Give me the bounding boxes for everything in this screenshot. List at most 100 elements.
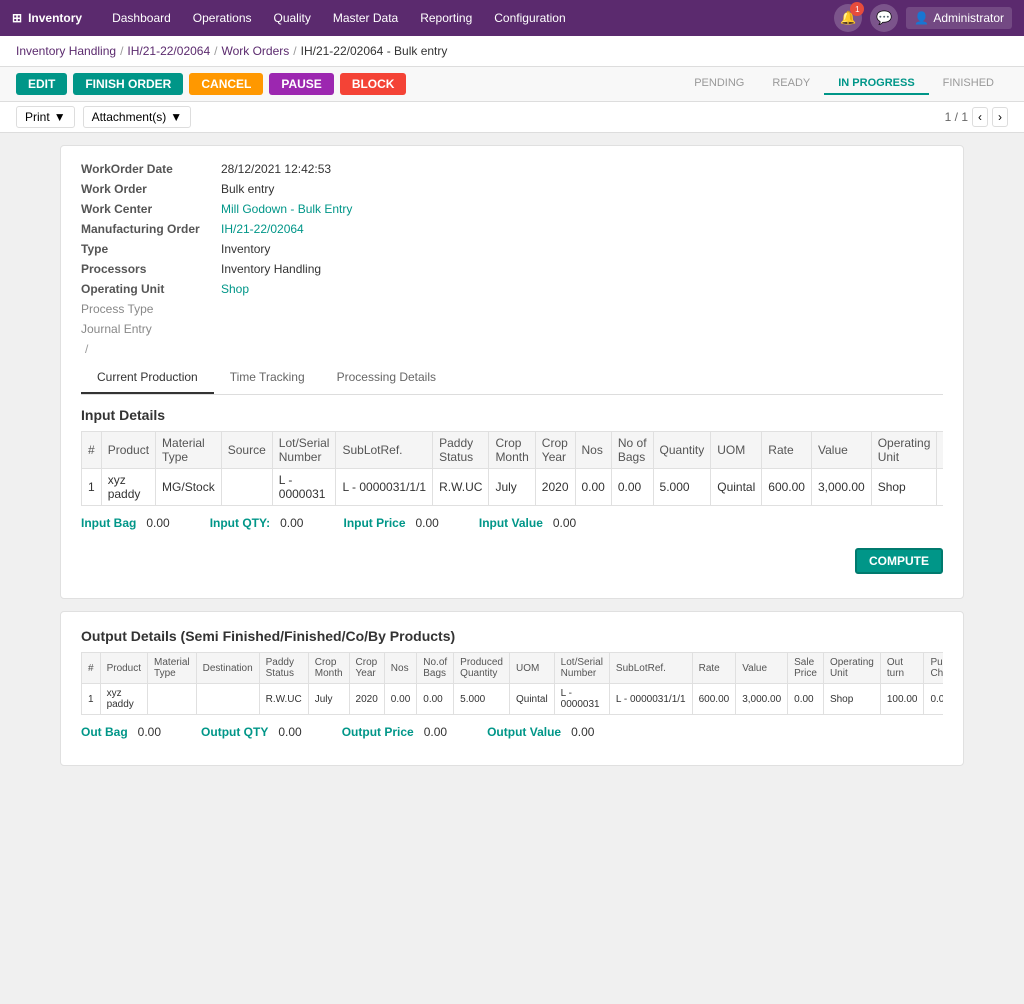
process-type-row: Process Type xyxy=(81,302,943,316)
pager-prev[interactable]: ‹ xyxy=(972,107,988,127)
workorder-date-row: WorkOrder Date 28/12/2021 12:42:53 xyxy=(81,162,943,176)
attachment-chevron-icon: ▼ xyxy=(170,110,182,124)
main-menu: Dashboard Operations Quality Master Data… xyxy=(102,5,834,31)
input-col-material-type: MaterialType xyxy=(156,432,222,469)
tab-processing-details[interactable]: Processing Details xyxy=(321,362,452,394)
type-label: Type xyxy=(81,242,221,256)
out-col-num: # xyxy=(82,653,101,684)
out-row-lot: L -0000031 xyxy=(554,684,609,715)
input-price-summary: Input Price 0.00 xyxy=(343,516,438,530)
compute-container: COMPUTE xyxy=(81,540,943,582)
out-row-out-turn: 100.00 xyxy=(880,684,924,715)
attachment-button[interactable]: Attachment(s) ▼ xyxy=(83,106,192,128)
breadcrumb-sep-2: / xyxy=(214,44,217,58)
input-section-title: Input Details xyxy=(81,407,943,423)
output-value-summary: Output Value 0.00 xyxy=(487,725,594,739)
input-table-body: 1 xyzpaddy MG/Stock L -0000031 L - 00000… xyxy=(82,469,944,506)
out-col-material-type: MaterialType xyxy=(148,653,197,684)
output-table-body: 1 xyzpaddy R.W.UC July 2020 0.00 0.00 5.… xyxy=(82,684,944,715)
user-avatar: 👤 xyxy=(914,11,929,25)
app-logo[interactable]: ⊞ Inventory xyxy=(12,11,82,25)
menu-item-quality[interactable]: Quality xyxy=(264,5,321,31)
process-type-label: Process Type xyxy=(81,302,221,316)
menu-item-dashboard[interactable]: Dashboard xyxy=(102,5,181,31)
work-order-label: Work Order xyxy=(81,182,221,196)
edit-button[interactable]: EDIT xyxy=(16,73,67,95)
block-button[interactable]: BLOCK xyxy=(340,73,407,95)
input-col-bags: No ofBags xyxy=(611,432,653,469)
breadcrumb-sep-1: / xyxy=(120,44,123,58)
status-in-progress: IN PROGRESS xyxy=(824,73,928,95)
out-col-rate: Rate xyxy=(692,653,736,684)
input-row-value: 3,000.00 xyxy=(811,469,871,506)
out-row-paddy-status: R.W.UC xyxy=(259,684,308,715)
attachment-label: Attachment(s) xyxy=(92,110,167,124)
pager-next[interactable]: › xyxy=(992,107,1008,127)
input-row-qty: 5.000 xyxy=(653,469,711,506)
input-bag-label: Input Bag xyxy=(81,516,136,530)
pager: 1 / 1 ‹ › xyxy=(945,107,1008,127)
form-card: WorkOrder Date 28/12/2021 12:42:53 Work … xyxy=(60,145,964,599)
manufacturing-order-value[interactable]: IH/21-22/02064 xyxy=(221,222,304,236)
cancel-button[interactable]: CANCEL xyxy=(189,73,263,95)
out-row-nos: 0.00 xyxy=(384,684,416,715)
pager-count: 1 / 1 xyxy=(945,110,968,124)
input-table-container: # Product MaterialType Source Lot/Serial… xyxy=(81,431,943,506)
input-table-row: 1 xyzpaddy MG/Stock L -0000031 L - 00000… xyxy=(82,469,944,506)
processors-row: Processors Inventory Handling xyxy=(81,262,943,276)
out-col-sale-price: SalePrice xyxy=(788,653,824,684)
output-summary: Out Bag 0.00 Output QTY 0.00 Output Pric… xyxy=(81,715,943,749)
output-table-row: 1 xyzpaddy R.W.UC July 2020 0.00 0.00 5.… xyxy=(82,684,944,715)
output-price-summary: Output Price 0.00 xyxy=(342,725,447,739)
out-row-uom: Quintal xyxy=(509,684,554,715)
print-button[interactable]: Print ▼ xyxy=(16,106,75,128)
breadcrumb-work-orders[interactable]: Work Orders xyxy=(221,44,289,58)
menu-item-configuration[interactable]: Configuration xyxy=(484,5,575,31)
out-row-purchase-chaff: 0.00 xyxy=(924,684,943,715)
status-ready: READY xyxy=(758,73,824,95)
out-row-destination xyxy=(196,684,259,715)
out-col-crop-month: CropMonth xyxy=(308,653,349,684)
pause-button[interactable]: PAUSE xyxy=(269,73,333,95)
input-row-product: xyzpaddy xyxy=(101,469,155,506)
input-row-uom: Quintal xyxy=(711,469,762,506)
breadcrumb: Inventory Handling / IH/21-22/02064 / Wo… xyxy=(0,36,1024,67)
notification-badge: 1 xyxy=(850,2,864,16)
manufacturing-order-row: Manufacturing Order IH/21-22/02064 xyxy=(81,222,943,236)
breadcrumb-ih-number[interactable]: IH/21-22/02064 xyxy=(127,44,210,58)
work-order-value: Bulk entry xyxy=(221,182,274,196)
finish-order-button[interactable]: FINISH ORDER xyxy=(73,73,183,95)
tab-current-production[interactable]: Current Production xyxy=(81,362,214,394)
slash-row: / xyxy=(81,342,943,356)
breadcrumb-inventory-handling[interactable]: Inventory Handling xyxy=(16,44,116,58)
out-col-destination: Destination xyxy=(196,653,259,684)
out-col-paddy-status: PaddyStatus xyxy=(259,653,308,684)
manufacturing-order-label: Manufacturing Order xyxy=(81,222,221,236)
input-table-header: # Product MaterialType Source Lot/Serial… xyxy=(82,432,944,469)
operating-unit-value[interactable]: Shop xyxy=(221,282,249,296)
out-row-value: 3,000.00 xyxy=(736,684,788,715)
chat-icon[interactable]: 💬 xyxy=(870,4,898,32)
menu-item-master-data[interactable]: Master Data xyxy=(323,5,408,31)
user-menu[interactable]: 👤 Administrator xyxy=(906,7,1012,29)
user-name: Administrator xyxy=(933,11,1004,25)
input-col-crop-year: CropYear xyxy=(535,432,575,469)
work-center-label: Work Center xyxy=(81,202,221,216)
print-actions: Print ▼ Attachment(s) ▼ xyxy=(16,106,191,128)
output-qty-summary: Output QTY 0.00 xyxy=(201,725,302,739)
workorder-date-label: WorkOrder Date xyxy=(81,162,221,176)
output-value-value: 0.00 xyxy=(571,725,594,739)
work-center-value[interactable]: Mill Godown - Bulk Entry xyxy=(221,202,352,216)
menu-item-operations[interactable]: Operations xyxy=(183,5,262,31)
tab-time-tracking[interactable]: Time Tracking xyxy=(214,362,321,394)
input-col-lot: Lot/SerialNumber xyxy=(272,432,336,469)
out-bag-value: 0.00 xyxy=(138,725,161,739)
notification-icon[interactable]: 🔔 1 xyxy=(834,4,862,32)
input-col-product: Product xyxy=(101,432,155,469)
input-price-label: Input Price xyxy=(343,516,405,530)
compute-button[interactable]: COMPUTE xyxy=(855,548,943,574)
out-row-product: xyzpaddy xyxy=(100,684,147,715)
menu-item-reporting[interactable]: Reporting xyxy=(410,5,482,31)
out-col-bags: No.ofBags xyxy=(417,653,454,684)
out-col-product: Product xyxy=(100,653,147,684)
